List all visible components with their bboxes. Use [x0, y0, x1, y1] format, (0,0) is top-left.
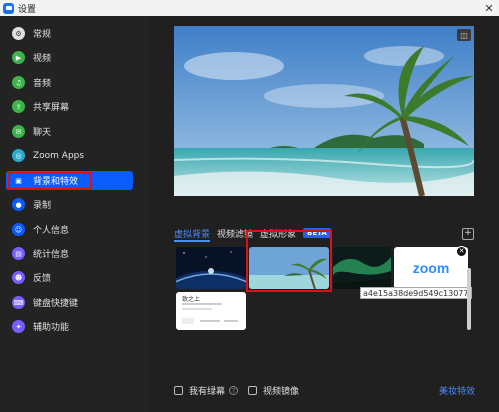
help-icon[interactable]: ?	[229, 386, 239, 395]
sidebar-item-label: 常规	[33, 30, 52, 40]
tab-virtual-background[interactable]: 虚拟背景	[174, 227, 210, 240]
camera-switch-icon[interactable]: ◫	[457, 29, 471, 41]
thumbnails-scrollbar[interactable]	[467, 268, 471, 330]
feedback-icon: ☻	[12, 271, 25, 284]
selected-thumbnail-outline	[246, 230, 332, 292]
green-screen-option[interactable]: 我有绿幕 ?	[174, 384, 239, 397]
sidebar-item-label: 反馈	[33, 274, 52, 284]
sidebar-item-label: 录制	[33, 201, 52, 211]
studio-effects-link[interactable]: 美妆特效	[439, 384, 475, 397]
sidebar-item-background[interactable]: ▣ 背景和特效	[6, 171, 133, 190]
sidebar-item-label: Zoom Apps	[33, 150, 85, 161]
record-icon: ●	[12, 198, 25, 211]
aurora-background-thumbnail[interactable]	[333, 247, 391, 289]
sidebar-item-feedback[interactable]: ☻ 反馈	[6, 268, 133, 287]
sidebar-item-label: 视频	[33, 54, 52, 64]
sidebar-item-label: 共享屏幕	[33, 103, 70, 113]
earth-background-thumbnail[interactable]	[176, 247, 246, 289]
chat-icon: ✉	[12, 125, 25, 138]
statistics-icon: ▤	[12, 247, 25, 260]
sidebar-item-label: 辅助功能	[33, 323, 70, 333]
remove-thumbnail-icon[interactable]: ✕	[456, 246, 467, 257]
apps-icon: ◎	[12, 149, 25, 162]
mirror-video-option[interactable]: 视频镜像	[248, 384, 299, 397]
gear-icon: ⚙	[12, 27, 25, 40]
mirror-video-checkbox[interactable]	[248, 386, 257, 395]
sidebar-item-label: 聊天	[33, 128, 52, 138]
document-background-thumbnail[interactable]: 致之上	[176, 292, 246, 330]
zoom-logo-text: zoom	[412, 260, 450, 276]
active-tab-underline	[174, 240, 210, 242]
sidebar-item-statistics[interactable]: ▤ 统计信息	[6, 244, 133, 263]
title-bar: 设置 ✕	[0, 0, 499, 16]
sidebar-item-label: 统计信息	[33, 250, 70, 260]
sidebar-item-keyboard[interactable]: ⌨ 键盘快捷键	[6, 293, 133, 312]
add-background-button[interactable]: +	[462, 228, 474, 240]
sidebar-item-label: 背景和特效	[33, 177, 79, 187]
headphones-icon: ♫	[12, 76, 25, 89]
sidebar-item-share-screen[interactable]: ⇪ 共享屏幕	[6, 97, 133, 116]
sidebar-item-gear[interactable]: ⚙ 常规	[6, 24, 133, 43]
thumbnail-filename-tooltip: a4e15a38de9d549c130775567faf0e0	[360, 287, 472, 299]
person-icon: ☺	[12, 223, 25, 236]
mirror-video-label: 视频镜像	[263, 387, 300, 397]
accessibility-icon: ✦	[12, 320, 25, 333]
document-heading: 致之上	[182, 296, 201, 303]
share-screen-icon: ⇪	[12, 100, 25, 113]
zoom-app-icon	[3, 2, 14, 14]
sidebar-item-apps[interactable]: ◎ Zoom Apps	[6, 146, 133, 165]
green-screen-label: 我有绿幕	[189, 387, 226, 397]
close-icon[interactable]: ✕	[479, 2, 499, 15]
video-icon: ▶	[12, 51, 25, 64]
sidebar-item-headphones[interactable]: ♫ 音频	[6, 73, 133, 92]
background-icon: ▣	[12, 174, 25, 187]
sidebar-item-label: 个人信息	[33, 226, 70, 236]
sidebar-item-video[interactable]: ▶ 视频	[6, 48, 133, 67]
background-preview	[174, 26, 474, 196]
sidebar-item-accessibility[interactable]: ✦ 辅助功能	[6, 317, 133, 336]
window-title: 设置	[18, 4, 37, 15]
sidebar-item-record[interactable]: ● 录制	[6, 195, 133, 214]
sidebar-item-chat[interactable]: ✉ 聊天	[6, 122, 133, 141]
keyboard-icon: ⌨	[12, 296, 25, 309]
green-screen-checkbox[interactable]	[174, 386, 183, 395]
sidebar-item-person[interactable]: ☺ 个人信息	[6, 220, 133, 239]
sidebar-item-label: 键盘快捷键	[33, 299, 79, 309]
sidebar-item-label: 音频	[33, 79, 52, 89]
